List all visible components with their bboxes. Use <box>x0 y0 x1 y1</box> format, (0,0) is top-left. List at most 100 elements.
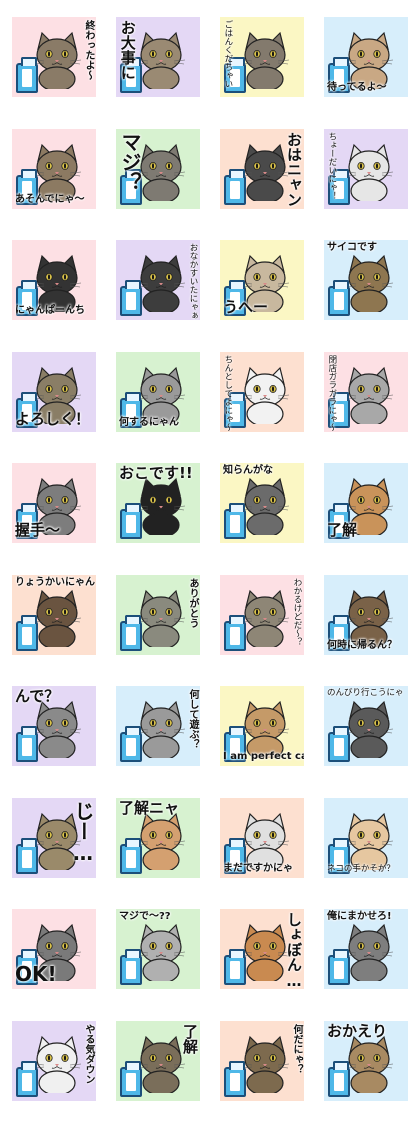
sticker-item[interactable]: ネコの手かそか？ <box>324 798 408 878</box>
sticker-item[interactable]: おこです!! <box>116 463 200 543</box>
cat-illustration <box>32 254 82 312</box>
milk-carton-icon <box>16 57 38 93</box>
sticker-item[interactable]: ごはんくだちゃい <box>220 17 304 97</box>
sticker-caption: わかるけどだ～？ <box>292 578 302 646</box>
sticker-item[interactable]: じー… <box>12 798 96 878</box>
sticker-caption: おはニャン <box>285 132 303 207</box>
sticker-caption: 何だにゃ？ <box>291 1024 302 1074</box>
sticker-item[interactable]: 了解ニャ <box>116 798 200 878</box>
sticker-caption: 終わったよ～ <box>83 20 94 80</box>
sticker-item[interactable]: りょうかいにゃん <box>12 575 96 655</box>
sticker-caption: OK! <box>15 962 57 986</box>
sticker-item[interactable]: 了解 <box>116 1021 200 1101</box>
cat-illustration <box>240 812 290 870</box>
sticker-item[interactable]: にゃんぱーんち <box>12 240 96 320</box>
sticker-item[interactable]: 何して遊ぶ？ <box>116 686 200 766</box>
milk-carton-icon <box>224 169 246 205</box>
sticker-caption: 何時に帰るん？ <box>327 639 397 651</box>
sticker-item[interactable]: よろしく！ <box>12 352 96 432</box>
cat-illustration <box>240 477 290 535</box>
cat-illustration <box>240 700 290 758</box>
milk-carton-icon <box>328 949 350 985</box>
milk-carton-icon <box>120 838 142 874</box>
sticker-item[interactable]: I am perfect cat <box>220 686 304 766</box>
sticker-item[interactable]: おはニャン <box>220 129 304 209</box>
sticker-item[interactable]: 何時に帰るん？ <box>324 575 408 655</box>
sticker-item[interactable]: おかえり <box>324 1021 408 1101</box>
sticker-caption: 何して遊ぶ？ <box>187 689 198 749</box>
milk-carton-icon <box>328 1061 350 1097</box>
cat-illustration <box>136 812 186 870</box>
sticker-item[interactable]: お大事に <box>116 17 200 97</box>
milk-carton-icon <box>120 615 142 651</box>
sticker-caption: マジ？ <box>118 132 142 192</box>
milk-carton-icon <box>224 503 246 539</box>
sticker-item[interactable]: うへー <box>220 240 304 320</box>
cat-illustration <box>344 700 394 758</box>
sticker-item[interactable]: マジ？ <box>116 129 200 209</box>
sticker-caption: 何するにゃん <box>119 416 179 428</box>
sticker-item[interactable]: やる気ダウン <box>12 1021 96 1101</box>
sticker-item[interactable]: OK! <box>12 909 96 989</box>
sticker-item[interactable]: 知らんがな <box>220 463 304 543</box>
sticker-item[interactable]: 終わったよ～ <box>12 17 96 97</box>
sticker-caption: まだですかにゃ <box>223 862 293 874</box>
cat-illustration <box>240 1035 290 1093</box>
cat-illustration <box>344 31 394 89</box>
sticker-item[interactable]: 了解 <box>324 463 408 543</box>
sticker-item[interactable]: マジで～?? <box>116 909 200 989</box>
sticker-item[interactable]: ちょーだいにゃ！ <box>324 129 408 209</box>
cat-illustration <box>344 923 394 981</box>
sticker-item[interactable]: のんびり行こうにゃ <box>324 686 408 766</box>
sticker-caption: 了解 <box>327 521 358 540</box>
milk-carton-icon <box>16 615 38 651</box>
cat-illustration <box>344 589 394 647</box>
sticker-item[interactable]: んで？ <box>12 686 96 766</box>
sticker-item[interactable]: おなかすいたにゃぁ <box>116 240 200 320</box>
cat-illustration <box>344 812 394 870</box>
cat-illustration <box>136 143 186 201</box>
milk-carton-icon <box>224 949 246 985</box>
cat-illustration <box>136 254 186 312</box>
sticker-caption: じー… <box>71 801 95 865</box>
milk-carton-icon <box>120 280 142 316</box>
sticker-item[interactable]: 何だにゃ？ <box>220 1021 304 1101</box>
sticker-item[interactable]: ありがとう <box>116 575 200 655</box>
milk-carton-icon <box>328 280 350 316</box>
sticker-caption: おかえり <box>327 1022 388 1040</box>
sticker-item[interactable]: 閉店ガラガラにゃ～ <box>324 352 408 432</box>
sticker-item[interactable]: あそんでにゃ～ <box>12 129 96 209</box>
sticker-caption: ありがとう <box>187 578 198 628</box>
sticker-caption: 了解ニャ <box>119 799 180 817</box>
sticker-item[interactable]: サイコです <box>324 240 408 320</box>
sticker-caption: お大事に <box>118 20 137 80</box>
sticker-caption: やる気ダウン <box>83 1024 94 1084</box>
sticker-item[interactable]: ちんとしてよにゃ～ <box>220 352 304 432</box>
cat-illustration <box>32 589 82 647</box>
sticker-caption: 了解 <box>181 1024 199 1054</box>
cat-illustration <box>32 700 82 758</box>
milk-carton-icon <box>16 838 38 874</box>
cat-illustration <box>136 700 186 758</box>
sticker-caption: 待ってるよ～ <box>327 81 387 93</box>
sticker-caption: ちんとしてよにゃ～ <box>222 355 233 432</box>
sticker-item[interactable]: 待ってるよ～ <box>324 17 408 97</box>
cat-illustration <box>32 143 82 201</box>
sticker-caption: おなかすいたにゃぁ <box>188 243 198 320</box>
sticker-item[interactable]: しょぼん… <box>220 909 304 989</box>
milk-carton-icon <box>224 1061 246 1097</box>
sticker-caption: ネコの手かそか？ <box>327 864 395 875</box>
sticker-caption: 俺にまかせろ! <box>327 911 392 922</box>
sticker-item[interactable]: まだですかにゃ <box>220 798 304 878</box>
sticker-item[interactable]: 握手～ <box>12 463 96 543</box>
sticker-caption: マジで～?? <box>119 911 171 922</box>
sticker-item[interactable]: わかるけどだ～？ <box>220 575 304 655</box>
sticker-caption: ごはんくだちゃい <box>222 20 233 88</box>
milk-carton-icon <box>120 726 142 762</box>
sticker-caption: ちょーだいにゃ！ <box>326 132 337 200</box>
sticker-caption: おこです!! <box>119 464 193 482</box>
sticker-item[interactable]: 何するにゃん <box>116 352 200 432</box>
sticker-caption: にゃんぱーんち <box>15 304 85 316</box>
sticker-item[interactable]: 俺にまかせろ! <box>324 909 408 989</box>
sticker-caption: 閉店ガラガラにゃ～ <box>326 355 337 432</box>
